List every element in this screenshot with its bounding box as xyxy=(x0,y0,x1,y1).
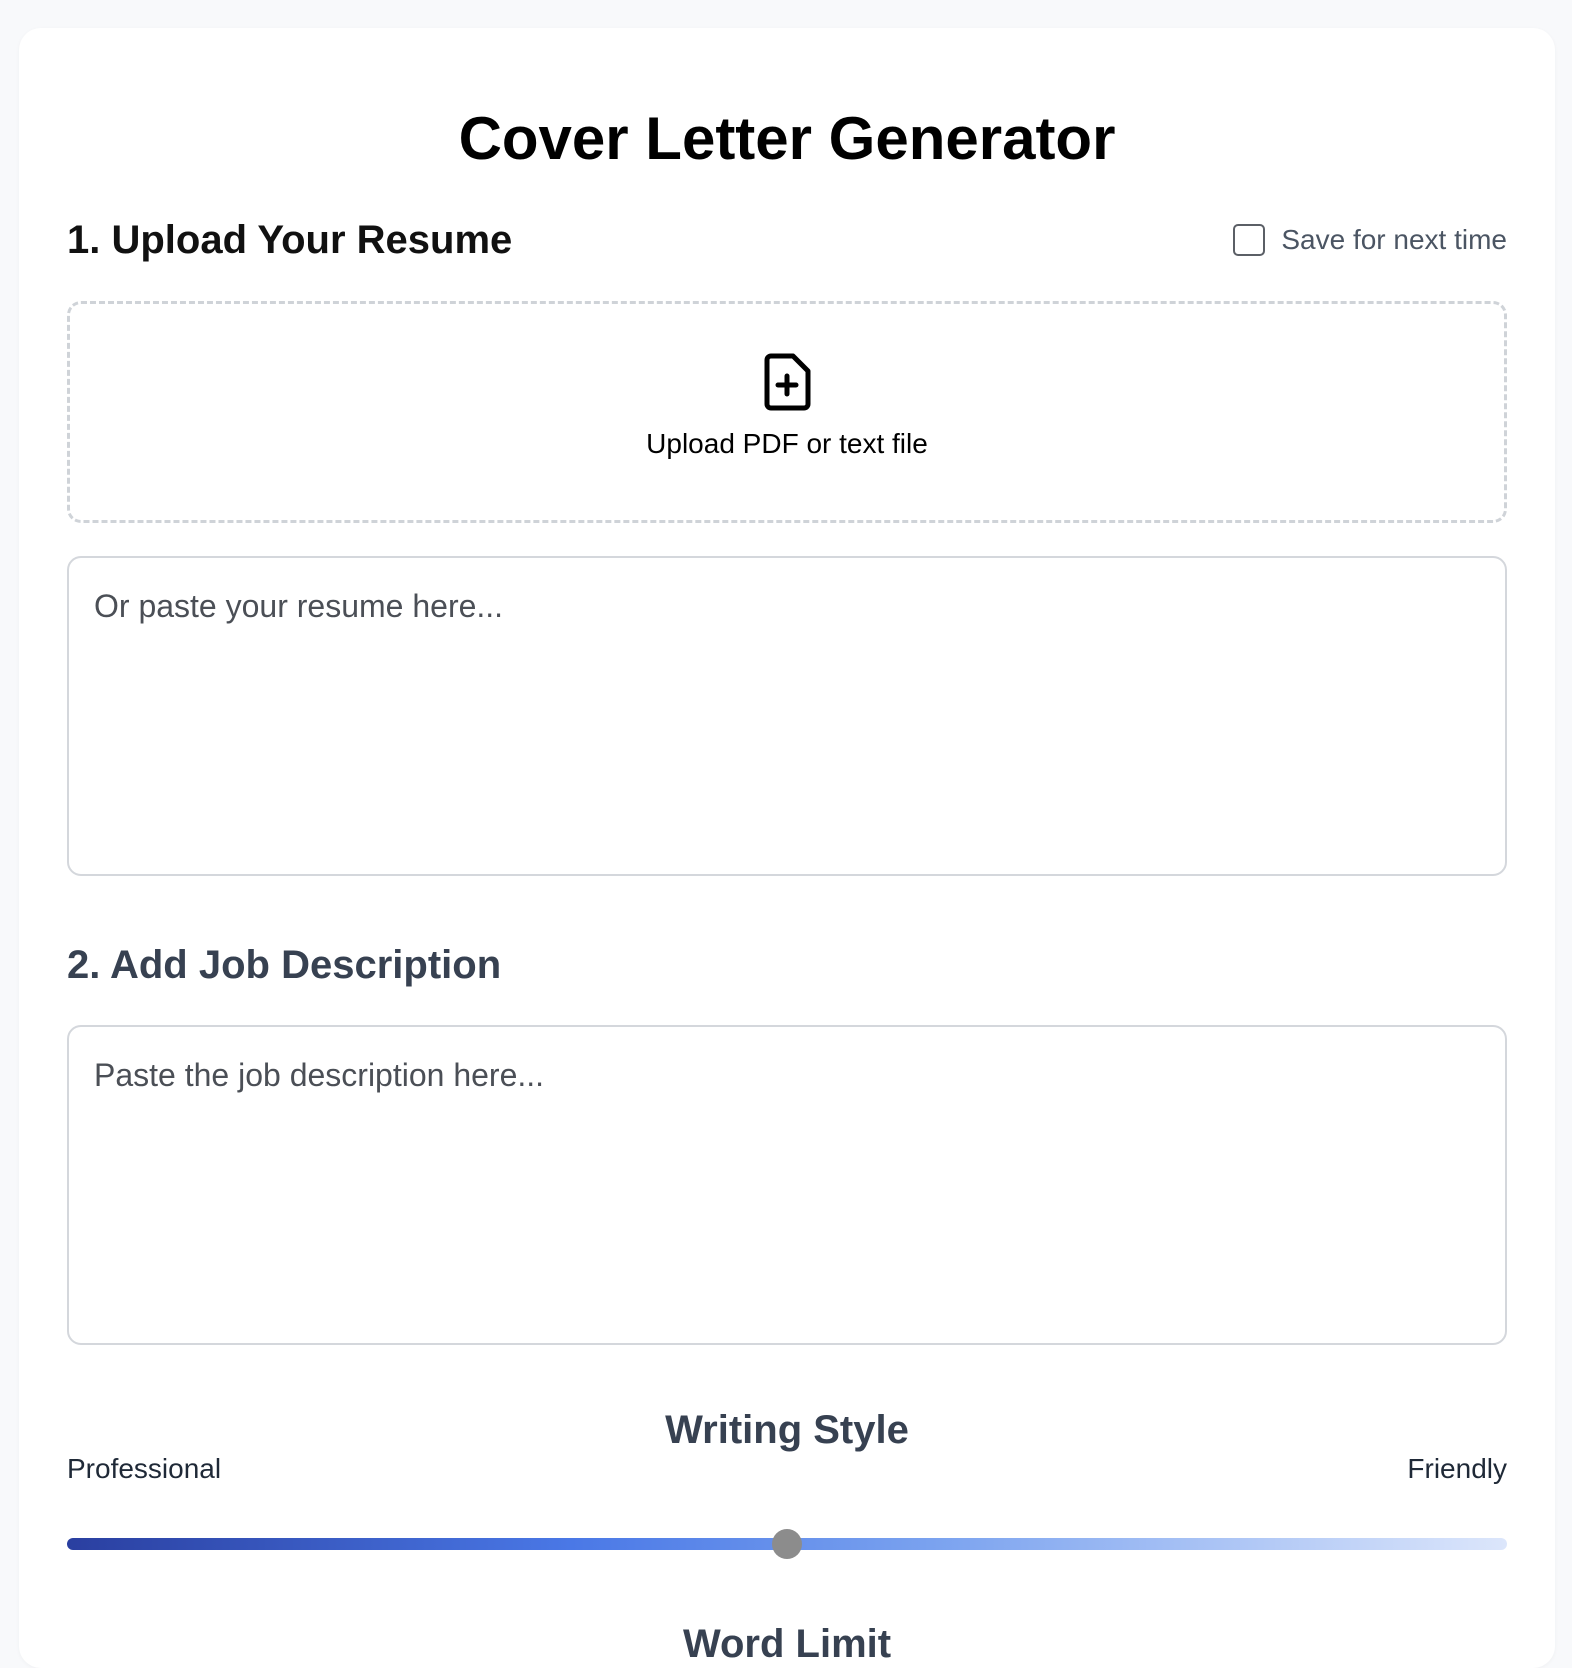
resume-section-title: 1. Upload Your Resume xyxy=(67,218,513,262)
writing-style-slider[interactable] xyxy=(67,1529,1507,1559)
save-for-next-time-toggle[interactable]: Save for next time xyxy=(1233,222,1507,258)
save-checkbox[interactable] xyxy=(1233,224,1266,256)
file-plus-icon xyxy=(764,353,811,411)
page-title: Cover Letter Generator xyxy=(458,105,1116,172)
style-label-professional: Professional xyxy=(67,1453,222,1484)
writing-style-title: Writing Style xyxy=(665,1408,909,1452)
resume-upload-dropzone[interactable]: Upload PDF or text file xyxy=(67,301,1507,523)
generator-card: Cover Letter Generator 1. Upload Your Re… xyxy=(19,28,1555,1668)
save-label: Save for next time xyxy=(1281,224,1507,255)
job-section-title: 2. Add Job Description xyxy=(67,943,502,987)
upload-label: Upload PDF or text file xyxy=(646,428,928,459)
writing-style-slider-thumb[interactable] xyxy=(772,1529,802,1559)
word-limit-title: Word Limit xyxy=(682,1622,892,1666)
style-label-friendly: Friendly xyxy=(1407,1453,1507,1484)
job-description-textarea[interactable] xyxy=(67,1025,1507,1345)
resume-textarea[interactable] xyxy=(67,556,1507,876)
